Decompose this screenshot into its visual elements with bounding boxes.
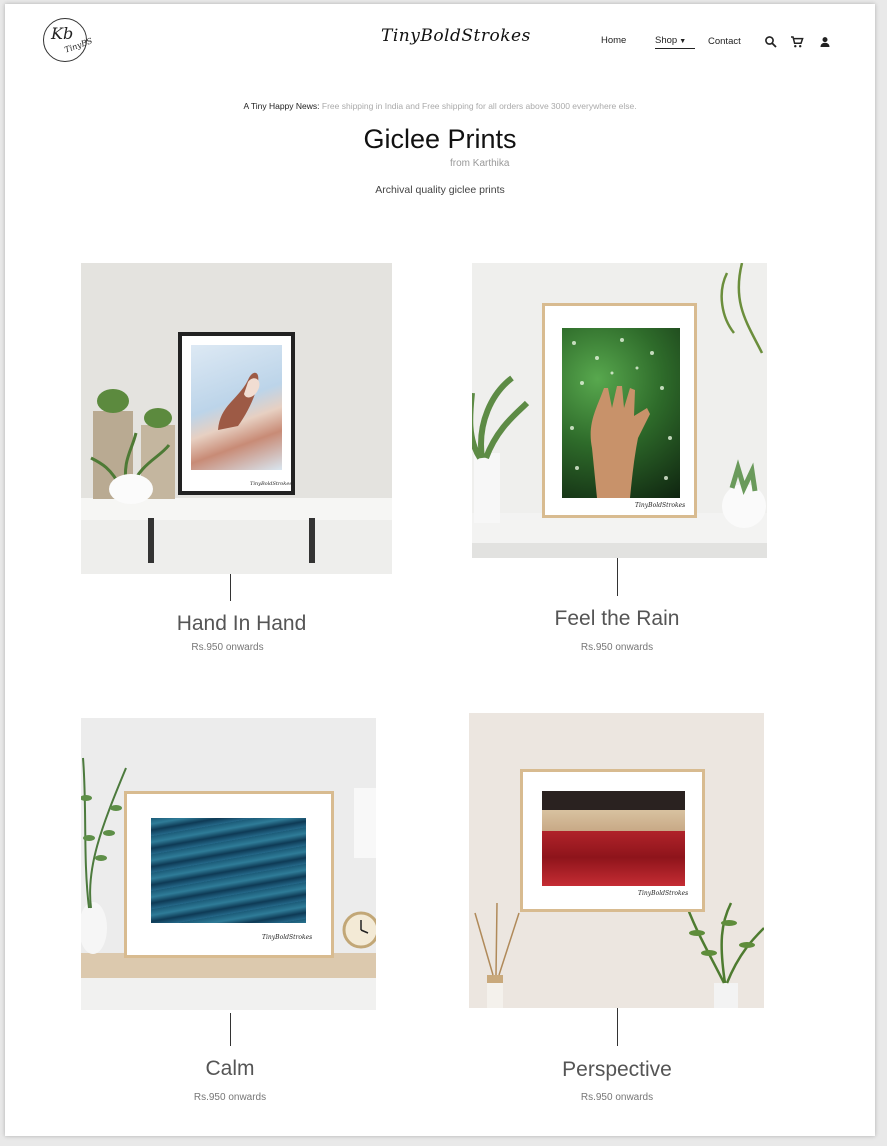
print-frame: TinyBoldStrokes: [542, 303, 697, 518]
card-divider: [617, 1008, 618, 1046]
collection-description: Archival quality giclee prints: [375, 184, 505, 196]
product-price: Rs.950 onwards: [580, 642, 654, 653]
product-image[interactable]: TinyBoldStrokes: [81, 263, 392, 574]
hand-in-rain-drawing: [570, 338, 672, 498]
announcement-bar: A Tiny Happy News: Free shipping in Indi…: [5, 101, 875, 111]
brand-wordmark[interactable]: TinyBoldStrokes: [381, 26, 530, 46]
nav-contact[interactable]: Contact: [708, 36, 741, 47]
print-frame: TinyBoldStrokes: [124, 791, 334, 958]
hands-drawing: [218, 372, 260, 430]
product-name[interactable]: Calm: [130, 1057, 330, 1081]
announcement-lead: A Tiny Happy News:: [243, 101, 320, 111]
print-frame: TinyBoldStrokes: [178, 332, 295, 495]
announcement-text: Free shipping in India and Free shipping…: [321, 101, 637, 111]
cart-icon[interactable]: [790, 35, 804, 49]
print-signature: TinyBoldStrokes: [250, 481, 292, 487]
card-divider: [230, 574, 231, 601]
nav-shop[interactable]: Shop ▼: [655, 35, 695, 49]
product-name[interactable]: Hand In Hand: [131, 612, 352, 636]
search-icon[interactable]: [764, 35, 778, 49]
page: Kb TinyBS TinyBoldStrokes Home Shop ▼ Con…: [5, 4, 875, 1136]
nav-shop-label: Shop: [655, 35, 678, 46]
page-title: Giclee Prints: [363, 124, 517, 154]
card-divider: [230, 1013, 231, 1046]
print-signature: TinyBoldStrokes: [638, 890, 689, 897]
artwork: [542, 791, 685, 886]
print-signature: TinyBoldStrokes: [635, 502, 686, 509]
print-signature: TinyBoldStrokes: [262, 934, 313, 941]
print-frame: TinyBoldStrokes: [520, 769, 705, 912]
artwork: [151, 818, 306, 923]
product-name[interactable]: Perspective: [517, 1058, 717, 1082]
product-image[interactable]: TinyBoldStrokes: [81, 718, 376, 1010]
product-image[interactable]: TinyBoldStrokes: [469, 713, 764, 1008]
user-icon[interactable]: [818, 35, 832, 49]
product-name[interactable]: Feel the Rain: [517, 607, 717, 631]
logo-mark[interactable]: Kb TinyBS: [43, 18, 94, 62]
nav-home[interactable]: Home: [601, 35, 626, 46]
product-image[interactable]: TinyBoldStrokes: [472, 263, 767, 558]
product-price: Rs.950 onwards: [193, 1092, 267, 1103]
chevron-down-icon: ▼: [679, 38, 687, 45]
product-price: Rs.950 onwards: [580, 1092, 654, 1103]
page-subtitle: from Karthika: [450, 158, 510, 169]
product-price: Rs.950 onwards: [191, 642, 264, 653]
logo-initials: Kb: [51, 24, 74, 43]
card-divider: [617, 558, 618, 596]
